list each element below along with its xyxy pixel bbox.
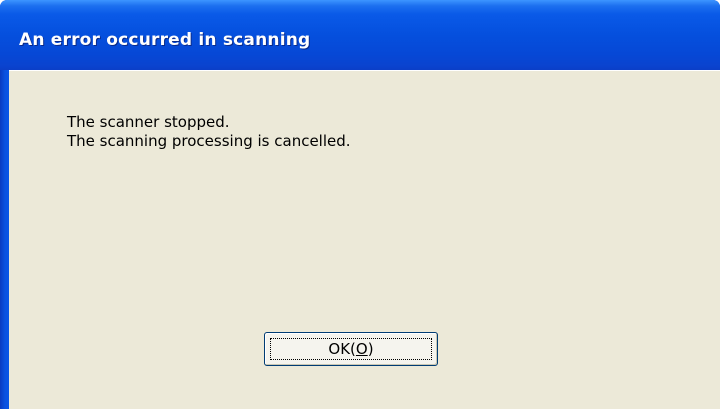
ok-label-mnemonic: O xyxy=(355,340,368,358)
ok-button[interactable]: OK(O) xyxy=(264,332,438,366)
message-line-2: The scanning processing is cancelled. xyxy=(67,132,351,150)
ok-label-prefix: OK( xyxy=(328,340,356,358)
error-dialog: An error occurred in scanning The scanne… xyxy=(0,0,720,409)
window-title: An error occurred in scanning xyxy=(19,30,311,50)
ok-button-label: OK(O) xyxy=(265,333,437,365)
error-message: The scanner stopped. The scanning proces… xyxy=(67,113,351,151)
dialog-body: The scanner stopped. The scanning proces… xyxy=(9,70,720,409)
title-bar[interactable]: An error occurred in scanning xyxy=(0,0,720,70)
ok-label-suffix: ) xyxy=(367,340,374,358)
window-frame-left xyxy=(0,70,9,409)
message-line-1: The scanner stopped. xyxy=(67,113,230,131)
